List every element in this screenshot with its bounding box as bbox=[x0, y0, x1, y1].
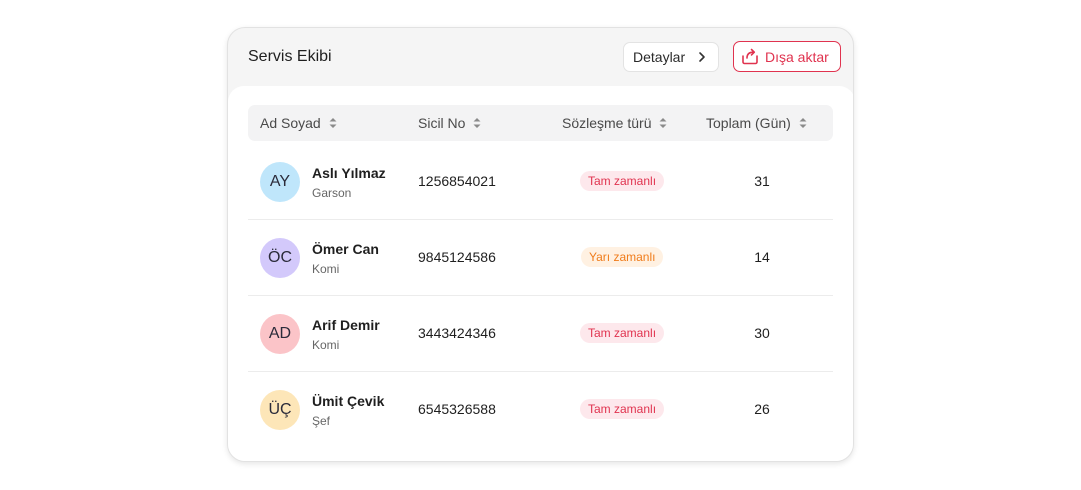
column-label: Sicil No bbox=[418, 115, 466, 131]
contract-badge: Tam zamanlı bbox=[580, 323, 665, 343]
column-label: Sözleşme türü bbox=[562, 115, 652, 131]
table-row[interactable]: ÜÇ Ümit Çevik Şef 6545326588 Tam zamanlı… bbox=[248, 372, 833, 448]
employee-name: Aslı Yılmaz bbox=[312, 165, 386, 181]
sort-arrows-icon bbox=[329, 118, 337, 129]
sort-arrows-icon bbox=[799, 118, 807, 129]
total-days: 14 bbox=[754, 249, 770, 265]
share-upload-icon bbox=[742, 48, 758, 65]
employee-name: Arif Demir bbox=[312, 317, 380, 333]
card-header: Servis Ekibi Detaylar Dışa aktar bbox=[228, 28, 853, 86]
employee-name: Ümit Çevik bbox=[312, 393, 385, 409]
employee-role: Şef bbox=[312, 414, 331, 428]
employee-role: Garson bbox=[312, 186, 352, 200]
column-header-total-days[interactable]: Toplam (Gün) bbox=[706, 115, 808, 131]
employee-role: Komi bbox=[312, 338, 340, 352]
avatar: AY bbox=[260, 162, 300, 202]
details-button-label: Detaylar bbox=[633, 49, 686, 65]
card-title: Servis Ekibi bbox=[248, 48, 332, 65]
avatar-initials: AY bbox=[269, 173, 291, 190]
export-button[interactable]: Dışa aktar bbox=[733, 41, 841, 72]
table-panel: Ad Soyad Sicil No Sözleşme türü Toplam (… bbox=[228, 86, 853, 461]
sicil-number: 9845124586 bbox=[418, 249, 496, 265]
contract-badge: Tam zamanlı bbox=[580, 399, 665, 419]
table-row[interactable]: AD Arif Demir Komi 3443424346 Tam zamanl… bbox=[248, 296, 833, 372]
column-header-contract[interactable]: Sözleşme türü bbox=[562, 115, 668, 131]
sicil-number: 6545326588 bbox=[418, 401, 496, 417]
sicil-number: 1256854021 bbox=[418, 173, 496, 189]
avatar-initials: AD bbox=[268, 325, 292, 342]
avatar-initials: ÖC bbox=[268, 249, 292, 266]
column-header-sicil[interactable]: Sicil No bbox=[418, 115, 482, 131]
column-label: Ad Soyad bbox=[260, 115, 321, 131]
employee-name: Ömer Can bbox=[312, 241, 379, 257]
service-team-card: Servis Ekibi Detaylar Dışa aktar Ad Soya… bbox=[227, 27, 854, 462]
avatar: ÜÇ bbox=[260, 390, 300, 430]
avatar-initials: ÜÇ bbox=[268, 401, 292, 418]
total-days: 31 bbox=[754, 173, 770, 189]
contract-badge: Yarı zamanlı bbox=[581, 247, 664, 267]
sort-arrows-icon bbox=[659, 118, 667, 129]
avatar: AD bbox=[260, 314, 300, 354]
table-row[interactable]: AY Aslı Yılmaz Garson 1256854021 Tam zam… bbox=[248, 144, 833, 220]
export-button-label: Dışa aktar bbox=[765, 49, 829, 65]
sicil-number: 3443424346 bbox=[418, 325, 496, 341]
column-header-name[interactable]: Ad Soyad bbox=[260, 115, 338, 131]
total-days: 26 bbox=[754, 401, 770, 417]
total-days: 30 bbox=[754, 325, 770, 341]
table-row[interactable]: ÖC Ömer Can Komi 9845124586 Yarı zamanlı… bbox=[248, 220, 833, 296]
column-label: Toplam (Gün) bbox=[706, 115, 791, 131]
sort-arrows-icon bbox=[473, 118, 481, 129]
details-button[interactable]: Detaylar bbox=[623, 42, 719, 72]
contract-badge: Tam zamanlı bbox=[580, 171, 665, 191]
avatar: ÖC bbox=[260, 238, 300, 278]
employee-role: Komi bbox=[312, 262, 340, 276]
table-header: Ad Soyad Sicil No Sözleşme türü Toplam (… bbox=[248, 105, 833, 141]
chevron-right-icon bbox=[699, 52, 705, 62]
